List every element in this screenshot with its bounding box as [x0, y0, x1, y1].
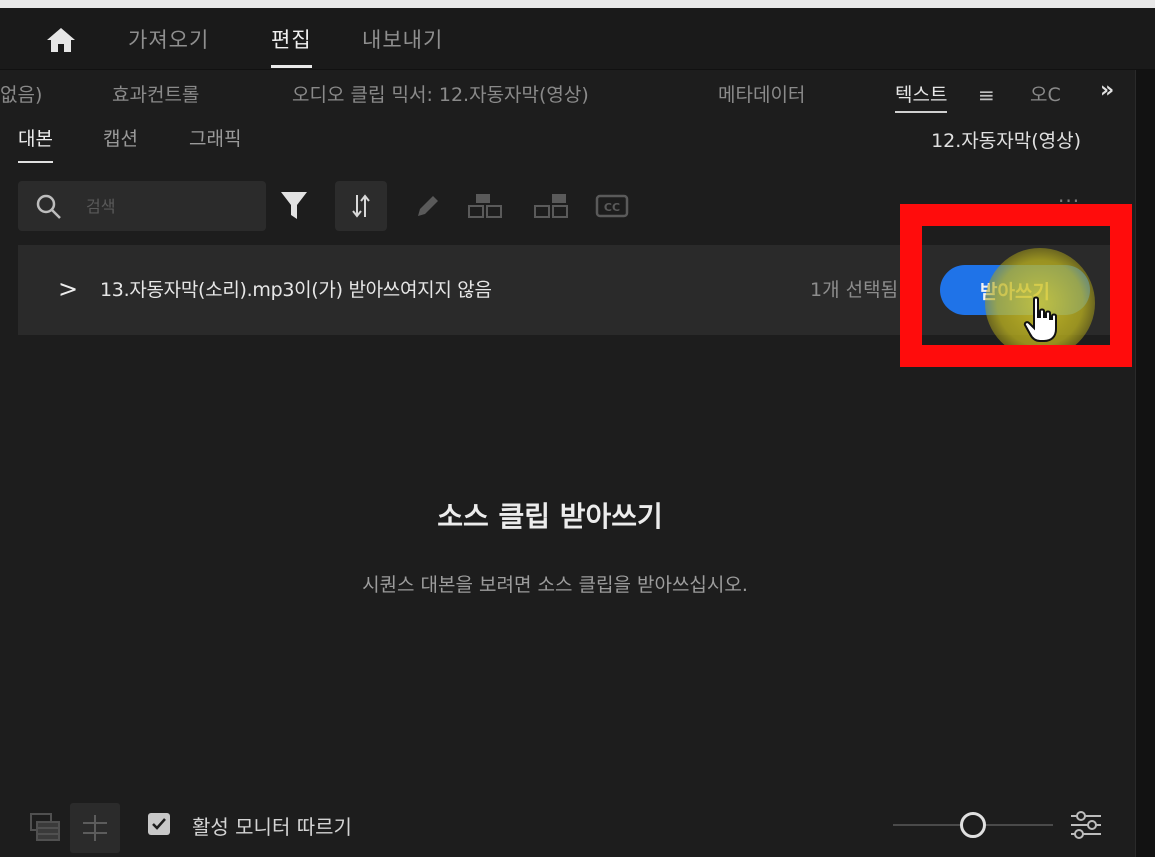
panel-tab-audio-clip-mixer[interactable]: 오디오 클립 믹서: 12.자동자막(영상): [292, 80, 589, 107]
merge-segments-button[interactable]: [462, 181, 508, 231]
clip-status-text: 13.자동자막(소리).mp3이(가) 받아쓰여지지 않음: [100, 279, 492, 301]
cc-icon: CC: [595, 194, 629, 218]
search-box[interactable]: [18, 181, 266, 231]
panel-layout-button[interactable]: [18, 803, 68, 853]
follow-monitor-label: 활성 모니터 따르기: [192, 815, 352, 839]
track-layout-button[interactable]: [70, 803, 120, 853]
filter-button[interactable]: [276, 181, 312, 231]
stacked-panels-icon: [30, 813, 60, 841]
create-captions-button[interactable]: CC: [592, 181, 632, 231]
track-split-icon: [83, 815, 107, 841]
panel-tab-text[interactable]: 텍스트: [895, 80, 948, 113]
subtab-captions[interactable]: 캡션: [103, 124, 138, 151]
follow-monitor-checkbox[interactable]: [148, 813, 170, 835]
active-tab-underline: [895, 111, 948, 113]
text-panel-footer: 활성 모니터 따르기: [0, 795, 1135, 857]
subtab-transcript[interactable]: 대본: [18, 124, 53, 163]
subtab-graphics[interactable]: 그래픽: [189, 124, 241, 151]
selection-count: 1개 선택됨: [810, 279, 899, 301]
panel-tab-none[interactable]: 없음): [0, 80, 42, 107]
tab-export[interactable]: 내보내기: [362, 26, 443, 66]
panel-tab-text-label: 텍스트: [895, 84, 948, 106]
more-panels-icon[interactable]: »: [1100, 78, 1114, 103]
filter-icon: [281, 192, 307, 219]
settings-sliders-icon[interactable]: [1068, 809, 1104, 841]
text-panel-subtabs: 대본 캡션 그래픽 12.자동자막(영상): [0, 118, 1135, 170]
panel-tab-effect-controls[interactable]: 효과컨트롤: [112, 80, 199, 107]
red-annotation-box: [900, 204, 1132, 367]
panel-scrollbar[interactable]: [1135, 70, 1155, 857]
merge-segments-icon: [468, 194, 502, 218]
svg-text:CC: CC: [604, 201, 620, 214]
pencil-icon: [418, 196, 438, 216]
panel-tab-metadata[interactable]: 메타데이터: [718, 80, 805, 107]
subtab-transcript-label: 대본: [18, 128, 53, 150]
edit-button[interactable]: [408, 181, 448, 231]
split-segment-button[interactable]: [528, 181, 574, 231]
empty-state-description: 시퀀스 대본을 보려면 소스 클립을 받아쓰십시오.: [362, 574, 748, 596]
split-segment-icon: [534, 194, 568, 218]
chevron-right-icon[interactable]: >: [58, 275, 78, 303]
search-input[interactable]: [86, 191, 256, 221]
checkmark-icon: [152, 818, 166, 830]
sequence-name: 12.자동자막(영상): [931, 130, 1081, 152]
active-subtab-underline: [18, 161, 53, 163]
panel-menu-icon[interactable]: ≡: [978, 83, 995, 107]
workspace-header: 가져오기 편집 내보내기: [0, 8, 1155, 70]
home-icon[interactable]: [45, 26, 77, 54]
transcript-options-button[interactable]: [335, 181, 387, 231]
sync-arrows-icon: [352, 194, 370, 218]
zoom-slider-thumb[interactable]: [960, 812, 986, 838]
empty-state-title: 소스 클립 받아쓰기: [437, 500, 663, 533]
panel-tab-bar: 없음) 효과컨트롤 오디오 클립 믹서: 12.자동자막(영상) 메타데이터 텍…: [0, 70, 1135, 118]
tab-edit[interactable]: 편집: [271, 26, 312, 68]
panel-tab-overflow[interactable]: 오C: [1030, 80, 1061, 107]
top-strip: [0, 0, 1155, 8]
tab-import[interactable]: 가져오기: [128, 26, 209, 66]
search-icon: [36, 194, 61, 219]
